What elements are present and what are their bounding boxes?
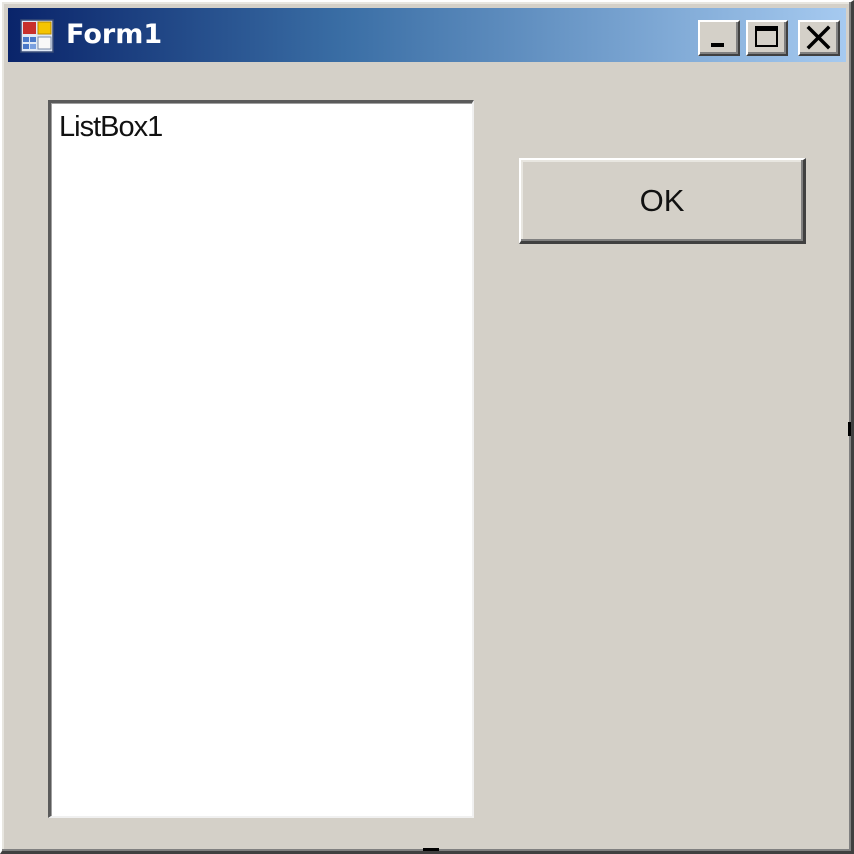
window-title: Form1 xyxy=(66,19,163,50)
resize-grip-bottom[interactable] xyxy=(423,848,439,851)
close-icon xyxy=(806,25,831,50)
title-bar[interactable]: Form1 xyxy=(8,8,846,62)
listbox[interactable]: ListBox1 xyxy=(48,100,474,818)
close-button[interactable] xyxy=(798,20,840,56)
form-app-icon[interactable] xyxy=(20,19,54,53)
ok-button[interactable]: OK xyxy=(519,158,806,244)
minimize-icon xyxy=(711,43,724,47)
resize-grip-right[interactable] xyxy=(848,422,851,436)
maximize-button[interactable] xyxy=(746,20,788,56)
list-item[interactable]: ListBox1 xyxy=(59,111,163,144)
maximize-icon xyxy=(755,26,778,47)
minimize-button[interactable] xyxy=(698,20,740,56)
form1-window: Form1 ListBox1 OK xyxy=(0,0,854,854)
